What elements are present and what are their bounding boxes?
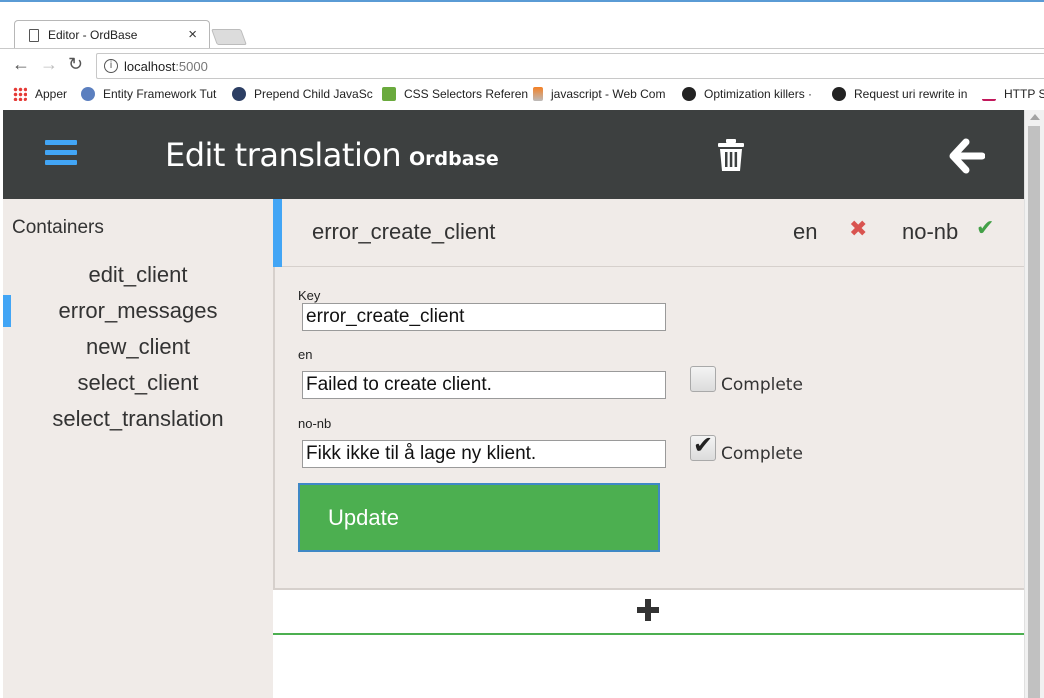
document-icon bbox=[29, 29, 39, 42]
address-bar[interactable]: i localhost:5000 bbox=[96, 53, 1044, 79]
entry-key: error_create_client bbox=[312, 219, 496, 244]
app-header: Edit translation Ordbase bbox=[3, 110, 1024, 199]
apps-grid-icon bbox=[13, 87, 27, 101]
browser-tab[interactable]: Editor - OrdBase × bbox=[14, 20, 210, 50]
active-accent-bar bbox=[273, 199, 282, 267]
sidebar-item-select-translation[interactable]: select_translation bbox=[3, 401, 273, 437]
bookmark-optimization-killers[interactable]: Optimization killers · bbox=[682, 87, 812, 101]
page-subtitle: Ordbase bbox=[409, 148, 499, 170]
main-content: error_create_client en ✖ no-nb ✔ Key en … bbox=[273, 199, 1024, 698]
github-icon bbox=[682, 87, 696, 101]
page-scrollbar[interactable] bbox=[1024, 110, 1044, 698]
page-title: Edit translation bbox=[165, 136, 402, 174]
scroll-up-arrow-icon[interactable] bbox=[1030, 114, 1040, 120]
w3-icon bbox=[382, 87, 396, 101]
containers-sidebar: Containers edit_client error_messages ne… bbox=[3, 199, 273, 698]
reload-icon[interactable]: ↻ bbox=[68, 54, 83, 75]
en-complete-label: Complete bbox=[721, 375, 803, 395]
bookmark-css-selectors[interactable]: CSS Selectors Referen bbox=[382, 87, 528, 101]
lang-tag-no-nb: no-nb bbox=[902, 219, 959, 244]
sidebar-item-new-client[interactable]: new_client bbox=[3, 329, 273, 365]
en-translation-input[interactable] bbox=[302, 371, 666, 399]
lang-tag-en: en bbox=[793, 219, 818, 244]
scroll-thumb[interactable] bbox=[1028, 126, 1040, 698]
check-icon: ✔ bbox=[976, 216, 995, 241]
github-icon bbox=[832, 87, 846, 101]
no-nb-complete-checkbox[interactable]: ✔ bbox=[690, 431, 716, 461]
http-icon bbox=[982, 93, 996, 101]
tab-close-icon[interactable]: × bbox=[188, 26, 197, 43]
plus-icon[interactable] bbox=[637, 599, 659, 621]
bookmark-prepend-child[interactable]: Prepend Child JavaSc bbox=[232, 87, 373, 101]
bookmark-request-uri[interactable]: Request uri rewrite in bbox=[832, 87, 967, 101]
en-label: en bbox=[298, 347, 313, 362]
no-nb-complete-label: Complete bbox=[721, 444, 803, 464]
back-arrow-icon[interactable] bbox=[949, 138, 985, 174]
ef-icon bbox=[81, 87, 95, 101]
x-icon: ✖ bbox=[849, 217, 868, 242]
translation-entry-header[interactable]: error_create_client en ✖ no-nb ✔ bbox=[273, 199, 1024, 267]
browser-tabstrip: Editor - OrdBase × bbox=[0, 0, 1044, 50]
update-button[interactable]: Update bbox=[298, 483, 660, 552]
stackoverflow-icon bbox=[533, 87, 543, 101]
forward-nav-icon[interactable]: → bbox=[40, 54, 58, 75]
edit-form: Key en Complete no-nb ✔ Complete Update bbox=[273, 267, 1024, 590]
sidebar-item-edit-client[interactable]: edit_client bbox=[3, 257, 273, 293]
bookmarks-bar: Apper Entity Framework Tut Prepend Child… bbox=[0, 82, 1044, 110]
bookmark-javascript-web[interactable]: javascript - Web Com bbox=[533, 87, 665, 101]
info-icon[interactable]: i bbox=[104, 59, 118, 73]
key-label: Key bbox=[298, 288, 321, 303]
browser-toolbar: ← → ↻ i localhost:5000 bbox=[0, 48, 1044, 82]
container-list: edit_client error_messages new_client se… bbox=[3, 257, 273, 437]
new-tab-button[interactable] bbox=[211, 29, 247, 45]
no-nb-translation-input[interactable] bbox=[302, 440, 666, 468]
sidebar-item-select-client[interactable]: select_client bbox=[3, 365, 273, 401]
checkmark-icon: ✔ bbox=[693, 431, 714, 459]
trash-icon[interactable] bbox=[716, 138, 746, 172]
sidebar-item-error-messages[interactable]: error_messages bbox=[3, 293, 273, 329]
hamburger-menu-icon[interactable] bbox=[45, 140, 77, 166]
add-translation-row[interactable] bbox=[273, 590, 1024, 635]
bookmark-entity-framework[interactable]: Entity Framework Tut bbox=[81, 87, 216, 101]
no-nb-label: no-nb bbox=[298, 416, 332, 431]
bookmark-http[interactable]: HTTP S bbox=[982, 87, 1044, 101]
tab-title: Editor - OrdBase bbox=[48, 28, 138, 42]
sidebar-heading: Containers bbox=[12, 217, 104, 238]
bookmark-apper[interactable]: Apper bbox=[13, 87, 67, 101]
url-text[interactable]: localhost:5000 bbox=[124, 59, 208, 74]
en-complete-checkbox[interactable] bbox=[690, 366, 716, 392]
key-input[interactable] bbox=[302, 303, 666, 331]
back-nav-icon[interactable]: ← bbox=[12, 54, 30, 75]
x-circle-icon bbox=[232, 87, 246, 101]
